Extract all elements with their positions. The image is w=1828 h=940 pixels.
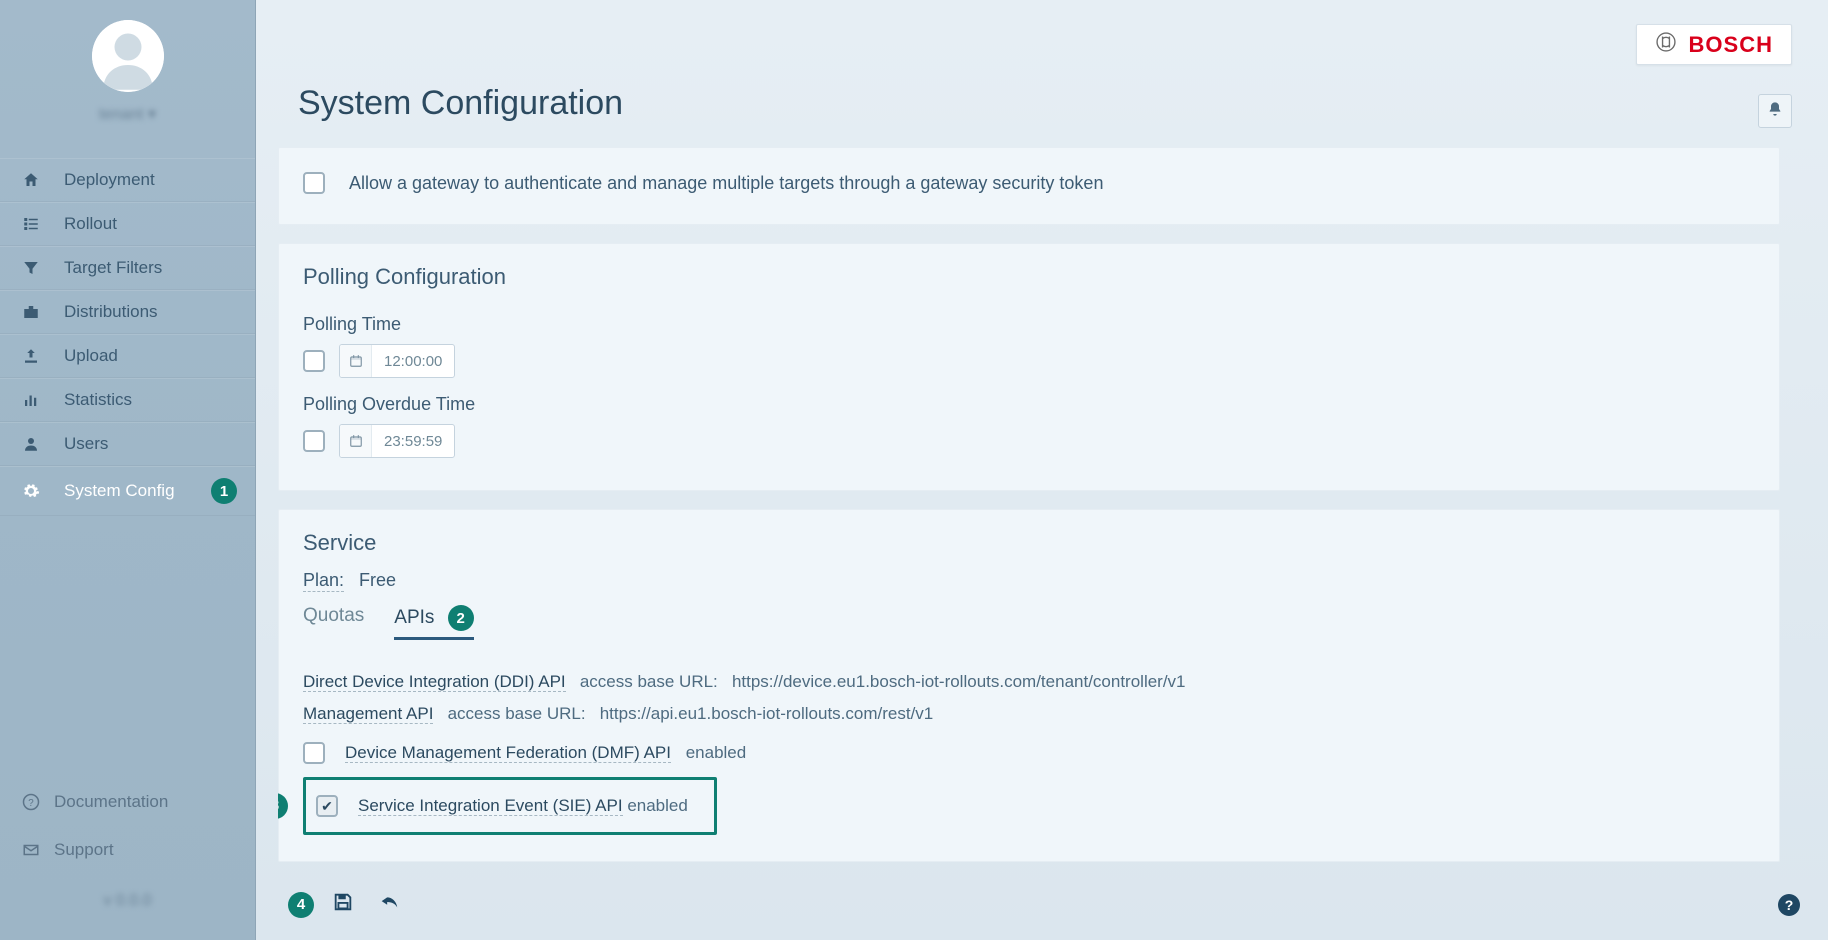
bell-icon (1767, 101, 1783, 122)
brand-name: BOSCH (1689, 32, 1773, 58)
undo-icon (378, 900, 400, 917)
sidebar-item-distributions[interactable]: Distributions (0, 290, 255, 334)
profile-area[interactable]: tenant (0, 20, 255, 134)
polling-overdue-checkbox[interactable] (303, 430, 325, 452)
sidebar-item-label: Upload (64, 346, 118, 366)
mgmt-name[interactable]: Management API (303, 704, 433, 724)
mgmt-url-label: access base URL: (448, 704, 586, 723)
service-heading: Service (303, 530, 1755, 556)
service-tabs: Quotas APIs 2 (303, 605, 1755, 640)
sidebar-item-label: Rollout (64, 214, 117, 234)
polling-heading: Polling Configuration (303, 264, 1755, 290)
tab-quotas[interactable]: Quotas (303, 605, 364, 640)
sidebar-item-target-filters[interactable]: Target Filters (0, 246, 255, 290)
filter-icon (22, 259, 44, 277)
sie-checkbox[interactable] (316, 795, 338, 817)
calendar-icon (340, 425, 372, 457)
sidebar-item-deployment[interactable]: Deployment (0, 158, 255, 202)
brand-card: BOSCH (1636, 24, 1792, 65)
support-link[interactable]: Support (22, 826, 233, 874)
plan-row: Plan: Free (303, 570, 1755, 591)
polling-overdue-value: 23:59:59 (372, 433, 454, 450)
ddi-url-label: access base URL: (580, 672, 718, 691)
polling-panel: Polling Configuration Polling Time 12:00… (278, 243, 1780, 491)
content-scroll[interactable]: Allow a gateway to authenticate and mana… (278, 147, 1800, 865)
briefcase-icon (22, 303, 44, 321)
sie-row-highlight: 3 Service Integration Event (SIE) API en… (303, 777, 717, 835)
help-icon: ? (22, 793, 40, 811)
gear-icon (22, 482, 44, 500)
help-button[interactable]: ? (1778, 894, 1800, 916)
gateway-auth-checkbox[interactable] (303, 172, 325, 194)
documentation-label: Documentation (54, 792, 168, 812)
user-icon (22, 435, 44, 453)
svg-text:?: ? (28, 798, 34, 809)
dmf-name[interactable]: Device Management Federation (DMF) API (345, 743, 671, 763)
polling-time-input[interactable]: 12:00:00 (339, 344, 455, 378)
undo-button[interactable] (372, 887, 406, 922)
tenant-name[interactable]: tenant (0, 104, 255, 124)
home-icon (22, 171, 44, 189)
upload-icon (22, 347, 44, 365)
tab-apis-label: APIs (394, 607, 434, 628)
dmf-status: enabled (686, 743, 747, 762)
avatar (92, 20, 164, 92)
plan-label: Plan: (303, 570, 344, 592)
polling-overdue-label: Polling Overdue Time (303, 394, 475, 416)
polling-time-value: 12:00:00 (372, 353, 454, 370)
sidebar-item-rollout[interactable]: Rollout (0, 202, 255, 246)
sidebar-item-label: Deployment (64, 170, 155, 190)
list-icon (22, 215, 44, 233)
version-text: v 0.0.0 (22, 892, 233, 910)
step-badge-2: 2 (448, 605, 474, 631)
dmf-checkbox[interactable] (303, 742, 325, 764)
tab-apis[interactable]: APIs 2 (394, 605, 473, 640)
page-title: System Configuration (256, 0, 1828, 147)
main: BOSCH System Configuration Allow a gatew… (256, 0, 1828, 940)
sidebar-item-system-config[interactable]: System Config 1 (0, 466, 255, 516)
polling-time-checkbox[interactable] (303, 350, 325, 372)
save-button[interactable] (326, 887, 360, 922)
sidebar-item-statistics[interactable]: Statistics (0, 378, 255, 422)
sidebar-item-label: Distributions (64, 302, 158, 322)
save-icon (332, 900, 354, 917)
calendar-icon (340, 345, 372, 377)
sidebar-item-label: System Config (64, 481, 175, 501)
support-label: Support (54, 840, 114, 860)
service-panel: Service Plan: Free Quotas APIs 2 Direct … (278, 509, 1780, 862)
sidebar-bottom: ? Documentation Support v 0.0.0 (0, 764, 255, 940)
bosch-ring-icon (1655, 31, 1677, 58)
ddi-name[interactable]: Direct Device Integration (DDI) API (303, 672, 566, 692)
documentation-link[interactable]: ? Documentation (22, 778, 233, 826)
step-badge-3: 3 (278, 793, 288, 819)
step-badge-1: 1 (211, 478, 237, 504)
sidebar-item-label: Users (64, 434, 108, 454)
gateway-panel: Allow a gateway to authenticate and mana… (278, 147, 1780, 225)
sidebar-item-label: Target Filters (64, 258, 162, 278)
sie-status: enabled (627, 796, 688, 815)
step-badge-4: 4 (288, 892, 314, 918)
ddi-url: https://device.eu1.bosch-iot-rollouts.co… (732, 672, 1186, 691)
nav-list: Deployment Rollout Target Filters Distri… (0, 158, 255, 516)
notifications-button[interactable] (1758, 94, 1792, 128)
bars-icon (22, 391, 44, 409)
api-text-block: Direct Device Integration (DDI) API acce… (303, 666, 1755, 835)
polling-overdue-input[interactable]: 23:59:59 (339, 424, 455, 458)
mgmt-row: Management API access base URL: https://… (303, 698, 1755, 730)
sie-name[interactable]: Service Integration Event (SIE) API (358, 796, 623, 816)
sidebar: tenant Deployment Rollout Target Filters… (0, 0, 256, 940)
ddi-row: Direct Device Integration (DDI) API acce… (303, 666, 1755, 698)
mail-icon (22, 841, 40, 859)
plan-value: Free (359, 570, 396, 590)
footer-bar: 4 ? (256, 875, 1828, 940)
polling-time-label: Polling Time (303, 314, 401, 336)
sidebar-item-label: Statistics (64, 390, 132, 410)
sidebar-item-upload[interactable]: Upload (0, 334, 255, 378)
mgmt-url: https://api.eu1.bosch-iot-rollouts.com/r… (600, 704, 934, 723)
sidebar-item-users[interactable]: Users (0, 422, 255, 466)
gateway-auth-label: Allow a gateway to authenticate and mana… (349, 173, 1103, 194)
dmf-row: Device Management Federation (DMF) API e… (303, 737, 1755, 769)
